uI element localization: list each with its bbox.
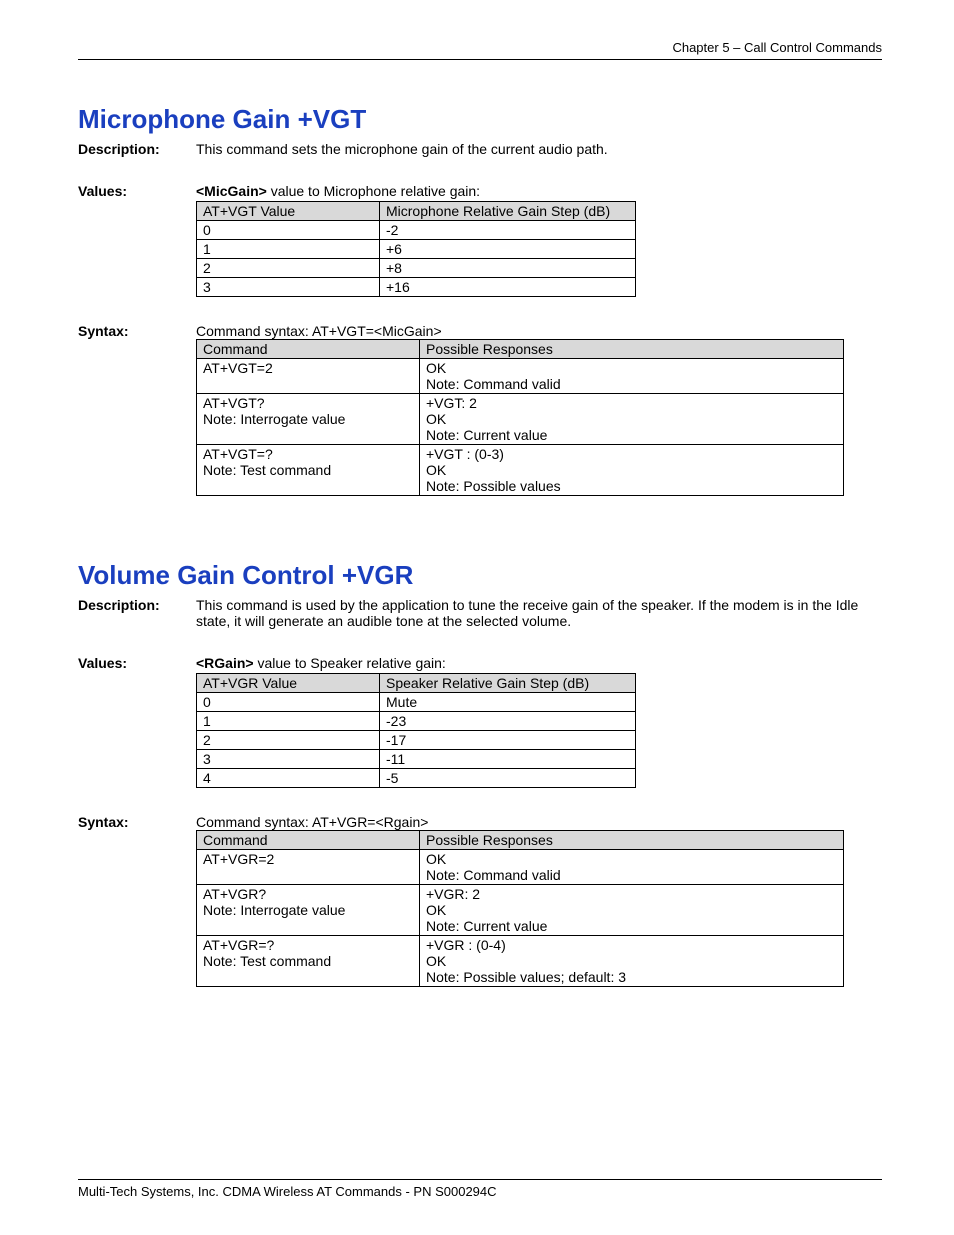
section-title-vgt: Microphone Gain +VGT <box>78 104 882 135</box>
table-cell: 4 <box>197 769 380 788</box>
values-label: Values: <box>78 655 196 788</box>
table-cell: +8 <box>380 259 636 278</box>
table-cell: 1 <box>197 240 380 259</box>
vgt-syntax-text: Command syntax: AT+VGT=<MicGain> <box>196 323 882 339</box>
vgr-values-table: AT+VGR Value Speaker Relative Gain Step … <box>196 673 636 788</box>
table-header: AT+VGT Value <box>197 202 380 221</box>
table-header: Command <box>197 340 420 359</box>
table-cell: 3 <box>197 278 380 297</box>
table-cell: -2 <box>380 221 636 240</box>
table-cell: 2 <box>197 259 380 278</box>
table-cell: AT+VGT=2 <box>197 359 420 394</box>
vgt-values-table: AT+VGT Value Microphone Relative Gain St… <box>196 201 636 297</box>
table-cell: -11 <box>380 750 636 769</box>
table-cell: 2 <box>197 731 380 750</box>
table-cell: 0 <box>197 221 380 240</box>
description-label: Description: <box>78 141 196 157</box>
table-cell: -17 <box>380 731 636 750</box>
table-header: Possible Responses <box>420 831 844 850</box>
vgt-values-intro: <MicGain> value to Microphone relative g… <box>196 183 882 199</box>
vgr-syntax-text: Command syntax: AT+VGR=<Rgain> <box>196 814 882 830</box>
table-cell: +VGR: 2OKNote: Current value <box>420 885 844 936</box>
description-label: Description: <box>78 597 196 629</box>
table-cell: AT+VGT=?Note: Test command <box>197 445 420 496</box>
table-cell: AT+VGR=?Note: Test command <box>197 936 420 987</box>
table-cell: 3 <box>197 750 380 769</box>
table-cell: OKNote: Command valid <box>420 850 844 885</box>
section-title-vgr: Volume Gain Control +VGR <box>78 560 882 591</box>
table-cell: +16 <box>380 278 636 297</box>
vgr-syntax-row: Syntax: Command syntax: AT+VGR=<Rgain> C… <box>78 814 882 987</box>
vgr-description-row: Description: This command is used by the… <box>78 597 882 629</box>
page-footer: Multi-Tech Systems, Inc. CDMA Wireless A… <box>78 1179 882 1199</box>
vgr-values-row: Values: <RGain> value to Speaker relativ… <box>78 655 882 788</box>
micgain-param: <MicGain> <box>196 183 267 199</box>
vgt-values-row: Values: <MicGain> value to Microphone re… <box>78 183 882 297</box>
vgt-syntax-row: Syntax: Command syntax: AT+VGT=<MicGain>… <box>78 323 882 496</box>
vgr-description-text: This command is used by the application … <box>196 597 882 629</box>
rgain-param: <RGain> <box>196 655 254 671</box>
table-header: Speaker Relative Gain Step (dB) <box>380 674 636 693</box>
vgr-syntax-table: Command Possible Responses AT+VGR=2 OKNo… <box>196 830 844 987</box>
vgt-description-row: Description: This command sets the micro… <box>78 141 882 157</box>
table-header: Possible Responses <box>420 340 844 359</box>
table-cell: 1 <box>197 712 380 731</box>
table-cell: AT+VGR=2 <box>197 850 420 885</box>
table-header: Command <box>197 831 420 850</box>
vgt-syntax-table: Command Possible Responses AT+VGT=2 OKNo… <box>196 339 844 496</box>
table-cell: +VGT: 2OKNote: Current value <box>420 394 844 445</box>
table-cell: OKNote: Command valid <box>420 359 844 394</box>
table-cell: -23 <box>380 712 636 731</box>
vgt-description-text: This command sets the microphone gain of… <box>196 141 882 157</box>
table-header: Microphone Relative Gain Step (dB) <box>380 202 636 221</box>
table-cell: AT+VGT?Note: Interrogate value <box>197 394 420 445</box>
table-cell: -5 <box>380 769 636 788</box>
page: Chapter 5 – Call Control Commands Microp… <box>0 0 954 1235</box>
vgr-values-intro: <RGain> value to Speaker relative gain: <box>196 655 882 671</box>
table-cell: +6 <box>380 240 636 259</box>
table-cell: +VGR : (0-4)OKNote: Possible values; def… <box>420 936 844 987</box>
table-header: AT+VGR Value <box>197 674 380 693</box>
page-header: Chapter 5 – Call Control Commands <box>78 40 882 60</box>
syntax-label: Syntax: <box>78 814 196 987</box>
vgt-values-intro-rest: value to Microphone relative gain: <box>267 183 480 199</box>
table-cell: Mute <box>380 693 636 712</box>
table-cell: AT+VGR?Note: Interrogate value <box>197 885 420 936</box>
table-cell: 0 <box>197 693 380 712</box>
table-cell: +VGT : (0-3)OKNote: Possible values <box>420 445 844 496</box>
values-label: Values: <box>78 183 196 297</box>
syntax-label: Syntax: <box>78 323 196 496</box>
vgr-values-intro-rest: value to Speaker relative gain: <box>254 655 446 671</box>
